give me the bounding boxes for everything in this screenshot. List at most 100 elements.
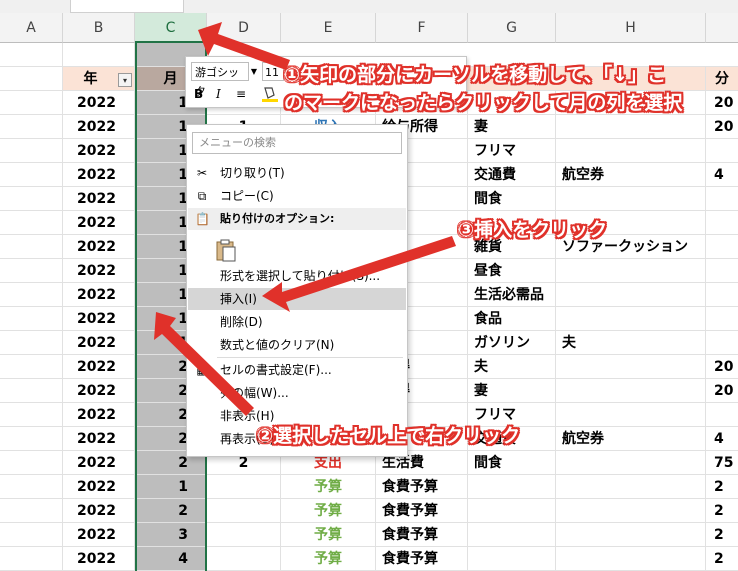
subcategory-cell[interactable]: 間食 xyxy=(468,187,556,211)
amount-cell[interactable] xyxy=(706,139,738,163)
year-cell[interactable]: 2022 xyxy=(63,451,135,475)
year-cell[interactable]: 2022 xyxy=(63,259,135,283)
paste-icon[interactable] xyxy=(215,238,237,262)
memo-cell[interactable] xyxy=(556,283,706,307)
subcategory-cell[interactable] xyxy=(468,475,556,499)
cell-A[interactable] xyxy=(0,475,63,499)
category-cell[interactable]: 食費予算 xyxy=(376,499,468,523)
bold-button[interactable]: B xyxy=(194,87,203,101)
year-cell[interactable]: 2022 xyxy=(63,523,135,547)
cell-D[interactable] xyxy=(207,523,281,547)
memo-cell[interactable] xyxy=(556,259,706,283)
menu-search-input[interactable]: メニューの検索 xyxy=(192,132,402,154)
memo-cell[interactable]: 夫 xyxy=(556,331,706,355)
memo-cell[interactable] xyxy=(556,187,706,211)
cell-A[interactable] xyxy=(0,427,63,451)
subcategory-cell[interactable] xyxy=(468,499,556,523)
memo-cell[interactable] xyxy=(556,307,706,331)
month-cell[interactable]: 2 xyxy=(135,499,207,523)
column-header-C[interactable]: C xyxy=(135,13,207,43)
year-cell[interactable]: 2022 xyxy=(63,163,135,187)
column-header-I[interactable] xyxy=(706,13,738,43)
menu-paste-special[interactable]: 形式を選択して貼り付け(S)... xyxy=(188,265,406,287)
menu-column-width[interactable]: 列の幅(W)... xyxy=(188,382,406,404)
amount-cell[interactable]: 20 xyxy=(706,355,738,379)
column-header-H[interactable]: H xyxy=(556,13,706,43)
cell-D[interactable] xyxy=(207,547,281,571)
subcategory-cell[interactable] xyxy=(468,547,556,571)
year-cell[interactable]: 2022 xyxy=(63,115,135,139)
amount-cell[interactable] xyxy=(706,307,738,331)
font-size-box[interactable]: 11 xyxy=(262,62,284,81)
amount-cell[interactable] xyxy=(706,331,738,355)
cell-A[interactable] xyxy=(0,403,63,427)
year-cell[interactable]: 2022 xyxy=(63,379,135,403)
type-cell[interactable]: 予算 xyxy=(281,475,376,499)
subcategory-cell[interactable]: ガソリン xyxy=(468,331,556,355)
memo-cell[interactable] xyxy=(556,139,706,163)
memo-cell[interactable] xyxy=(556,403,706,427)
cell-A[interactable] xyxy=(0,331,63,355)
subcategory-cell[interactable]: 妻 xyxy=(468,115,556,139)
memo-cell[interactable] xyxy=(556,379,706,403)
cell-A[interactable] xyxy=(0,235,63,259)
amount-cell[interactable]: 20 xyxy=(706,91,738,115)
year-cell[interactable]: 2022 xyxy=(63,187,135,211)
menu-delete[interactable]: 削除(D) xyxy=(188,311,406,333)
italic-button[interactable]: I xyxy=(216,87,221,101)
year-cell[interactable]: 2022 xyxy=(63,307,135,331)
year-cell[interactable]: 2022 xyxy=(63,403,135,427)
year-cell[interactable]: 2022 xyxy=(63,139,135,163)
cell-A[interactable] xyxy=(0,499,63,523)
month-cell[interactable]: 4 xyxy=(135,547,207,571)
column-header-G[interactable]: G xyxy=(468,13,556,43)
amount-cell[interactable]: 20 xyxy=(706,379,738,403)
amount-cell[interactable] xyxy=(706,283,738,307)
cell-A[interactable] xyxy=(0,91,63,115)
amount-cell[interactable]: 2 xyxy=(706,475,738,499)
cell-A[interactable] xyxy=(0,547,63,571)
cell-A[interactable] xyxy=(0,115,63,139)
amount-cell[interactable]: 4 xyxy=(706,163,738,187)
category-cell[interactable]: 食費予算 xyxy=(376,523,468,547)
month-cell[interactable]: 3 xyxy=(135,523,207,547)
cell-A[interactable] xyxy=(0,355,63,379)
year-cell[interactable]: 2022 xyxy=(63,211,135,235)
category-cell[interactable]: 食費予算 xyxy=(376,547,468,571)
year-cell[interactable]: 2022 xyxy=(63,283,135,307)
cell-A[interactable] xyxy=(0,451,63,475)
cell-D[interactable] xyxy=(207,499,281,523)
amount-cell[interactable]: 2 xyxy=(706,547,738,571)
header-cell-I[interactable]: 分 xyxy=(706,67,738,91)
memo-cell[interactable] xyxy=(556,523,706,547)
memo-cell[interactable] xyxy=(556,115,706,139)
memo-cell[interactable] xyxy=(556,499,706,523)
amount-cell[interactable] xyxy=(706,211,738,235)
year-cell[interactable]: 2022 xyxy=(63,427,135,451)
subcategory-cell[interactable]: 妻 xyxy=(468,379,556,403)
column-header-E[interactable]: E xyxy=(281,13,376,43)
amount-cell[interactable] xyxy=(706,403,738,427)
subcategory-cell[interactable]: 食品 xyxy=(468,307,556,331)
memo-cell[interactable] xyxy=(556,547,706,571)
memo-cell[interactable]: 航空券 xyxy=(556,163,706,187)
year-cell[interactable]: 2022 xyxy=(63,475,135,499)
amount-cell[interactable] xyxy=(706,235,738,259)
cell-A[interactable] xyxy=(0,259,63,283)
column-header-A[interactable]: A xyxy=(0,13,63,43)
subcategory-cell[interactable]: 昼食 xyxy=(468,259,556,283)
amount-cell[interactable] xyxy=(706,187,738,211)
year-cell[interactable]: 2022 xyxy=(63,91,135,115)
column-header-F[interactable]: F xyxy=(376,13,468,43)
cell-A[interactable] xyxy=(0,139,63,163)
subcategory-cell[interactable]: 間食 xyxy=(468,451,556,475)
memo-cell[interactable] xyxy=(556,475,706,499)
subcategory-cell[interactable]: 交通費 xyxy=(468,163,556,187)
menu-copy[interactable]: ⧉ コピー(C) xyxy=(188,185,406,207)
menu-format-cells[interactable]: ▦ セルの書式設定(F)... xyxy=(188,359,406,381)
cell-A1[interactable] xyxy=(0,43,63,67)
fill-color-icon[interactable] xyxy=(260,85,280,103)
column-header-D[interactable]: D xyxy=(207,13,281,43)
amount-cell[interactable]: 2 xyxy=(706,523,738,547)
subcategory-cell[interactable]: 夫 xyxy=(468,355,556,379)
